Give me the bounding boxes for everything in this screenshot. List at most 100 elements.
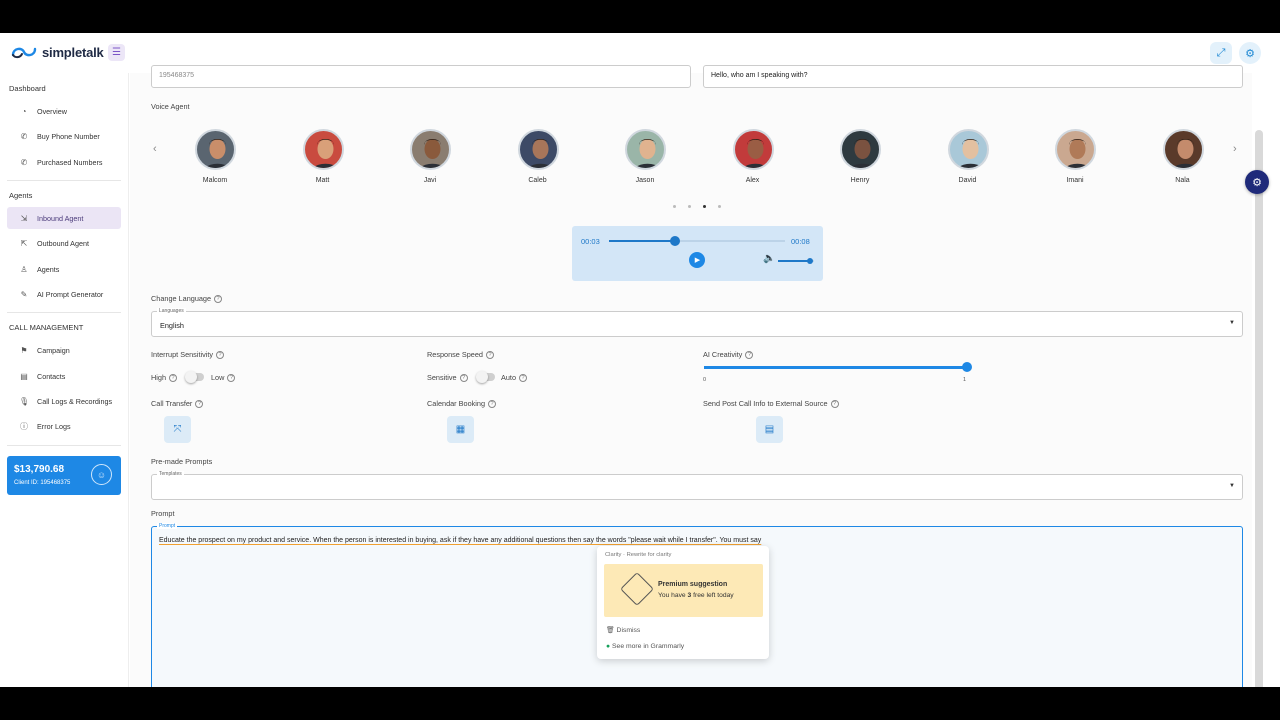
grammarly-suggestion-card: Clarity · Rewrite for clarity Premium su…: [597, 546, 769, 659]
divider: [7, 180, 121, 181]
scrollbar[interactable]: [1252, 73, 1266, 687]
sidebar-item-call-logs[interactable]: 🎙 Call Logs & Recordings: [7, 390, 121, 412]
menu-toggle-button[interactable]: ☰: [108, 44, 125, 61]
phone-number-field[interactable]: 195468375: [151, 65, 691, 88]
interrupt-high-label: High?: [151, 373, 178, 383]
volume-handle[interactable]: [807, 258, 814, 264]
agent-avatar-caleb[interactable]: [517, 129, 559, 170]
app-window: simpletalk ☰ ⤢ ⚙ Dashboard ◔ Overview ✆ Bu…: [0, 33, 1280, 687]
carousel-dot[interactable]: [673, 205, 676, 208]
volume-track[interactable]: [778, 258, 814, 264]
sidebar-item-contacts[interactable]: ▤ Contacts: [7, 365, 121, 387]
play-button[interactable]: ▶: [689, 252, 705, 268]
logo-icon: [11, 47, 37, 59]
agent-avatar-henry[interactable]: [840, 129, 881, 170]
help-icon: ?: [227, 374, 236, 383]
agent-name-malcom: Malcom: [202, 177, 228, 184]
hamburger-icon: ☰: [112, 47, 121, 58]
fullscreen-button[interactable]: ⤢: [1210, 42, 1232, 64]
response-sensitive-label: Sensitive?: [427, 373, 468, 383]
sidebar-item-ai-prompt-generator[interactable]: ✎ AI Prompt Generator: [7, 283, 121, 305]
carousel-next-icon[interactable]: ›: [1233, 143, 1237, 155]
agent-name-jason: Jason: [635, 177, 655, 184]
agent-name-alex: Alex: [745, 177, 760, 184]
sidebar-item-purchased-numbers[interactable]: ✆ Purchased Numbers: [7, 151, 121, 173]
see-more-grammarly-link[interactable]: ● See more in Grammarly: [606, 643, 684, 650]
logo-text: simpletalk: [42, 44, 104, 60]
carousel-dot[interactable]: [703, 205, 706, 208]
creativity-slider-fill: [704, 366, 967, 369]
creativity-slider-track[interactable]: [704, 362, 972, 372]
overview-icon: ◔: [21, 106, 27, 116]
language-select[interactable]: Languages English ▼: [151, 308, 1243, 337]
account-avatar-icon[interactable]: ☺: [91, 464, 112, 485]
person-icon: ♙: [20, 264, 28, 274]
help-icon: ?: [214, 295, 223, 304]
sidebar-item-inbound-agent[interactable]: ⇲ Inbound Agent: [7, 207, 121, 229]
sidebar-item-error-logs[interactable]: ⓘ Error Logs: [7, 415, 121, 437]
balance-card[interactable]: $13,790.68 Client ID: 195468375 ☺: [7, 456, 121, 495]
dismiss-button[interactable]: 🗑 Dismiss: [606, 626, 640, 634]
help-icon: ?: [459, 374, 468, 383]
server-icon: ▤: [764, 424, 775, 435]
sidebar-item-outbound-agent[interactable]: ⇱ Outbound Agent: [7, 232, 121, 254]
response-speed-label: Response Speed?: [427, 350, 494, 360]
gear-icon: ⚙: [1245, 47, 1255, 60]
sidebar-item-agents[interactable]: ♙ Agents: [7, 258, 121, 280]
audio-player: 00:03 00:08 ▶ 🔈: [572, 226, 823, 281]
agent-avatar-alex[interactable]: [732, 129, 774, 170]
gear-icon: ⚙: [1252, 176, 1262, 189]
templates-select[interactable]: Templates ▼: [151, 471, 1243, 500]
post-call-button[interactable]: ▤: [756, 416, 783, 443]
carousel-dot[interactable]: [688, 205, 691, 208]
agent-name-imani: Imani: [1066, 177, 1084, 184]
grammarly-logo-icon: ●: [606, 643, 611, 650]
call-transfer-button[interactable]: ⤧: [164, 416, 191, 443]
agent-name-nala: Nala: [1175, 177, 1190, 184]
agent-avatar-david[interactable]: [947, 129, 989, 170]
premium-suggestion-box[interactable]: Premium suggestion You have 3 free left …: [604, 564, 763, 617]
agent-avatar-javi[interactable]: [410, 129, 451, 170]
post-call-label: Send Post Call Info to External Source?: [703, 399, 839, 409]
phone-list-icon: ✆: [20, 157, 28, 167]
greeting-field[interactable]: Hello, who am I speaking with?: [703, 65, 1243, 88]
section-title-dashboard: Dashboard: [9, 84, 46, 93]
sidebar-item-campaign[interactable]: ⚑ Campaign: [7, 339, 121, 361]
seek-handle[interactable]: [670, 236, 680, 246]
play-icon: ▶: [694, 257, 701, 264]
agent-avatar-malcom[interactable]: [195, 129, 236, 170]
calendar-booking-button[interactable]: ▦: [447, 416, 474, 443]
carousel-prev-icon[interactable]: ‹: [153, 143, 157, 155]
interrupt-sensitivity-toggle[interactable]: [185, 371, 204, 383]
microphone-icon: 🎙: [19, 396, 30, 406]
seek-track[interactable]: [609, 236, 785, 246]
agent-name-henry: Henry: [850, 177, 870, 184]
agent-name-david: David: [958, 177, 977, 184]
help-icon: ?: [745, 351, 754, 360]
grammarly-header: Clarity · Rewrite for clarity: [605, 552, 672, 558]
volume-fill: [778, 260, 811, 262]
agent-avatar-matt[interactable]: [302, 129, 344, 170]
agent-name-javi: Javi: [423, 177, 437, 184]
agent-avatar-jason[interactable]: [625, 129, 666, 170]
response-speed-toggle[interactable]: [476, 371, 495, 383]
sidebar-item-overview[interactable]: ◔ Overview: [7, 100, 121, 122]
dropdown-arrow-icon: ▼: [1229, 483, 1235, 489]
scrollbar-thumb[interactable]: [1255, 130, 1263, 687]
floating-settings-button[interactable]: ⚙: [1245, 170, 1269, 194]
contacts-icon: ▤: [20, 371, 28, 381]
change-language-label: Change Language?: [151, 294, 223, 304]
divider: [7, 312, 121, 313]
carousel-dot[interactable]: [718, 205, 721, 208]
settings-button[interactable]: ⚙: [1239, 42, 1261, 64]
help-icon: ?: [195, 400, 204, 409]
sidebar: Dashboard ◔ Overview ✆ Buy Phone Number ✆ P…: [0, 73, 129, 687]
premium-subtitle: You have 3 free left today: [658, 592, 734, 599]
agent-avatar-nala[interactable]: [1162, 129, 1204, 170]
volume-icon[interactable]: 🔈: [763, 253, 775, 264]
sidebar-item-buy-phone-number[interactable]: ✆ Buy Phone Number: [7, 125, 121, 147]
creativity-slider-handle[interactable]: [962, 362, 972, 372]
section-title-agents: Agents: [9, 191, 33, 200]
agent-avatar-imani[interactable]: [1055, 129, 1096, 170]
logo[interactable]: simpletalk: [10, 44, 104, 60]
